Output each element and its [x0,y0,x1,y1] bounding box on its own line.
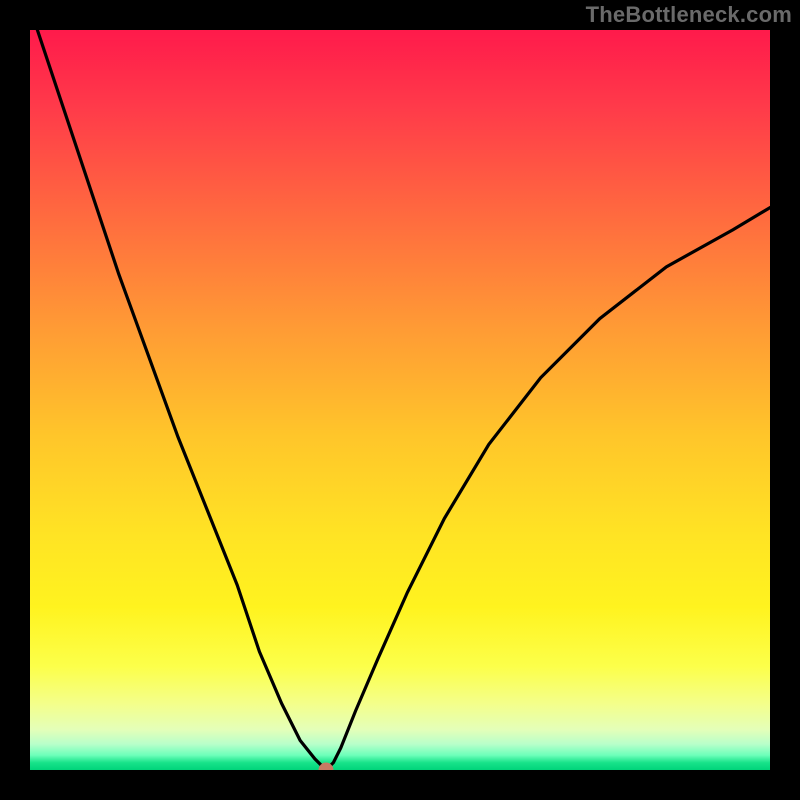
plot-area [30,30,770,770]
bottleneck-curve-path [30,30,770,768]
chart-frame: TheBottleneck.com [0,0,800,800]
watermark-text: TheBottleneck.com [586,2,792,28]
curve-svg [30,30,770,770]
